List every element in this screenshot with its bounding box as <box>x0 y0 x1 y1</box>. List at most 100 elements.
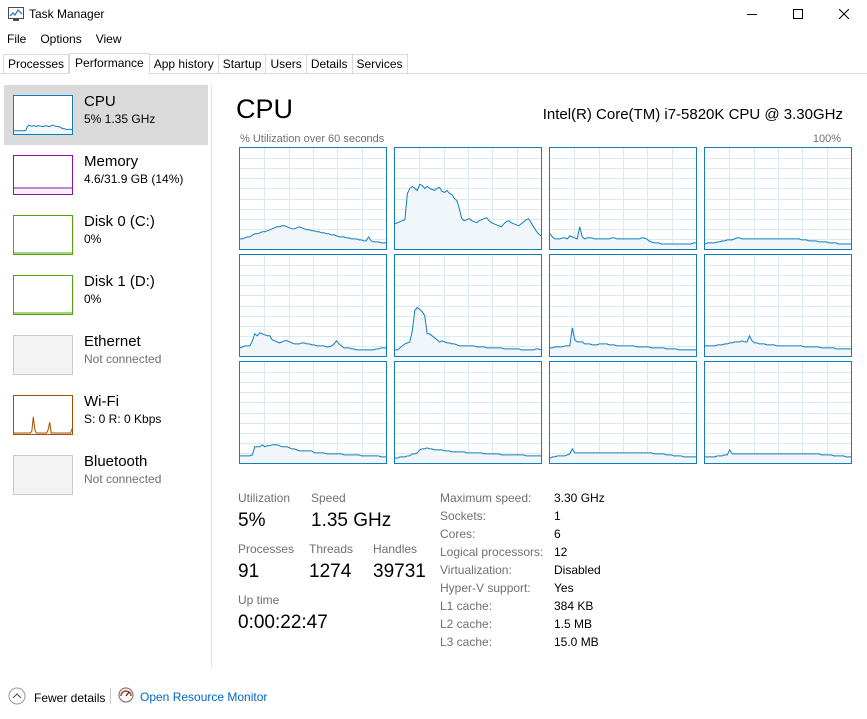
speed-label: Speed <box>311 491 346 505</box>
processes-value: 91 <box>238 561 260 582</box>
sidebar-item-memory[interactable]: Memory 4.6/31.9 GB (14%) <box>4 145 208 205</box>
tab-app-history[interactable]: App history <box>149 54 219 74</box>
resource-monitor-icon <box>118 687 134 706</box>
tab-strip: Processes Performance App history Startu… <box>3 53 408 74</box>
tab-processes[interactable]: Processes <box>3 54 70 74</box>
detail-key: L3 cache: <box>440 635 493 649</box>
logical-processor-graph <box>704 254 852 357</box>
cpu-core-chart <box>550 362 696 463</box>
fewer-details-button[interactable]: Fewer details <box>8 687 105 708</box>
logical-processor-graph <box>394 361 542 464</box>
uptime-label: Up time <box>238 593 280 607</box>
sidebar-item-label: Bluetooth <box>84 453 148 470</box>
cpu-core-chart <box>705 362 851 463</box>
sidebar-item-sub: Not connected <box>84 352 162 366</box>
cpu-core-chart <box>705 255 851 356</box>
logical-processor-graph <box>394 254 542 357</box>
sidebar-item-ethernet[interactable]: Ethernet Not connected <box>4 325 208 385</box>
logical-processor-graph <box>549 361 697 464</box>
handles-label: Handles <box>373 542 418 556</box>
memory-thumbnail-graph <box>13 155 73 195</box>
maximize-button[interactable] <box>775 0 821 28</box>
close-button[interactable] <box>821 0 867 28</box>
logical-processor-graph <box>394 147 542 250</box>
logical-processor-graph <box>239 147 387 250</box>
menu-bar: File Options View <box>0 30 129 48</box>
sidebar-item-disk-0[interactable]: Disk 0 (C:) 0% <box>4 205 208 265</box>
sidebar-item-disk-1[interactable]: Disk 1 (D:) 0% <box>4 265 208 325</box>
tab-services[interactable]: Services <box>352 54 408 74</box>
task-manager-icon <box>8 7 24 21</box>
disk0-thumbnail-line <box>14 252 72 254</box>
sidebar-item-sub: 0% <box>84 232 102 246</box>
sidebar-item-bluetooth[interactable]: Bluetooth Not connected <box>4 445 208 505</box>
disk1-thumbnail-graph <box>13 275 73 315</box>
menu-view[interactable]: View <box>89 30 129 48</box>
detail-value: 1.5 MB <box>554 617 593 631</box>
logical-processor-graph <box>549 254 697 357</box>
detail-value: 384 KB <box>554 599 594 613</box>
detail-value: Disabled <box>554 563 601 577</box>
detail-key: Sockets: <box>440 509 487 523</box>
sidebar-item-sub: Not connected <box>84 472 162 486</box>
cpu-core-chart <box>550 255 696 356</box>
footer-separator <box>110 688 111 704</box>
sidebar-item-cpu[interactable]: CPU 5% 1.35 GHz <box>4 85 208 145</box>
tab-performance[interactable]: Performance <box>69 53 150 74</box>
sidebar-item-label: Ethernet <box>84 333 141 350</box>
menu-options[interactable]: Options <box>33 30 88 48</box>
resource-sidebar: CPU 5% 1.35 GHz Memory 4.6/31.9 GB (14%)… <box>0 85 211 668</box>
thumbnail-area <box>14 416 72 434</box>
tab-details[interactable]: Details <box>306 54 353 74</box>
handles-value: 39731 <box>373 561 426 582</box>
sidebar-divider <box>211 85 212 668</box>
detail-value: Yes <box>554 581 574 595</box>
cpu-core-chart <box>395 362 541 463</box>
logical-processor-graph <box>239 254 387 357</box>
speed-value: 1.35 GHz <box>311 510 392 531</box>
logical-processor-graph <box>704 147 852 250</box>
sidebar-item-label: Wi-Fi <box>84 393 119 410</box>
cpu-core-chart <box>705 148 851 249</box>
wifi-thumbnail-line <box>14 416 72 434</box>
sidebar-item-label: CPU <box>84 93 116 110</box>
tab-users[interactable]: Users <box>266 54 307 74</box>
sidebar-item-sub: 4.6/31.9 GB (14%) <box>84 172 184 186</box>
detail-key: Virtualization: <box>440 563 512 577</box>
logical-processor-graph <box>549 147 697 250</box>
cpu-core-chart <box>550 148 696 249</box>
cpu-model-name: Intel(R) Core(TM) i7-5820K CPU @ 3.30GHz <box>542 106 843 123</box>
processes-label: Processes <box>238 542 295 556</box>
minimize-button-2[interactable] <box>729 0 775 28</box>
cpu-thumbnail-line <box>14 124 72 134</box>
wifi-thumbnail-graph <box>13 395 73 435</box>
open-resource-monitor-link[interactable]: Open Resource Monitor <box>118 687 267 706</box>
graph-caption: % Utilization over 60 seconds <box>240 133 385 145</box>
detail-value: 1 <box>554 509 561 523</box>
disk0-thumbnail-graph <box>13 215 73 255</box>
ethernet-thumbnail-graph <box>13 335 73 375</box>
sidebar-item-label: Disk 1 (D:) <box>84 273 155 290</box>
maximize-icon <box>793 9 803 19</box>
cpu-core-chart <box>395 255 541 356</box>
memory-thumbnail-line <box>14 187 72 194</box>
menu-file[interactable]: File <box>0 30 33 48</box>
disk1-thumbnail-line <box>14 312 72 314</box>
window-title: Task Manager <box>29 7 105 21</box>
utilization-label: Utilization <box>238 491 291 505</box>
detail-key: Hyper-V support: <box>440 581 531 595</box>
detail-value: 3.30 GHz <box>554 491 605 505</box>
close-icon <box>839 9 849 19</box>
detail-value: 15.0 MB <box>554 635 599 649</box>
cpu-core-chart <box>240 362 386 463</box>
sidebar-item-wifi[interactable]: Wi-Fi S: 0 R: 0 Kbps <box>4 385 208 445</box>
cpu-core-chart <box>240 148 386 249</box>
threads-label: Threads <box>309 542 354 556</box>
thumbnail-line <box>14 416 72 434</box>
detail-key: Cores: <box>440 527 476 541</box>
sidebar-item-label: Memory <box>84 153 139 170</box>
tab-startup[interactable]: Startup <box>218 54 267 74</box>
graph-max-label: 100% <box>812 133 841 145</box>
uptime-value: 0:00:22:47 <box>238 612 328 633</box>
detail-key: L2 cache: <box>440 617 493 631</box>
